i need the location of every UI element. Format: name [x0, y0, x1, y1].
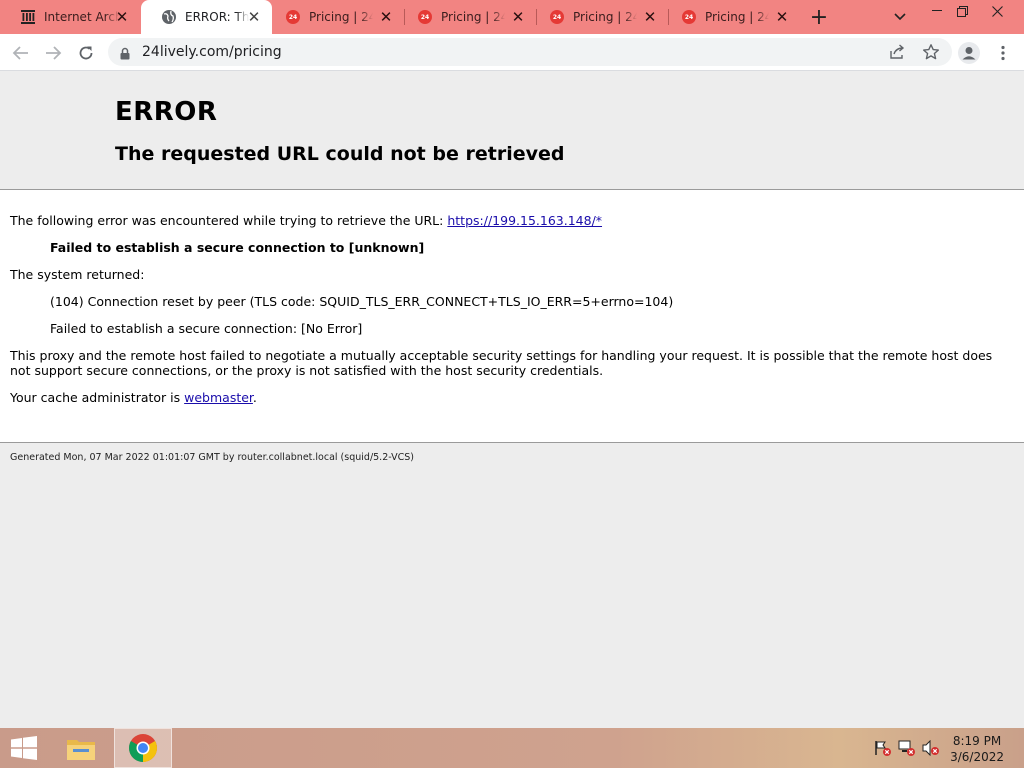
restore-button[interactable] — [945, 0, 979, 22]
tab-title: Pricing | 24Lively — [309, 10, 373, 24]
share-icon[interactable] — [888, 43, 906, 65]
back-arrow-icon[interactable] — [8, 40, 34, 66]
error-message: Failed to establish a secure connection … — [50, 240, 425, 255]
tab-pricing-2[interactable]: 24 Pricing | 24Lively ✕ — [405, 0, 536, 34]
lock-icon[interactable] — [120, 45, 130, 64]
generated-footer: Generated Mon, 07 Mar 2022 01:01:07 GMT … — [10, 452, 414, 463]
tab-pricing-1[interactable]: 24 Pricing | 24Lively ✕ — [273, 0, 404, 34]
24lively-icon: 24 — [681, 9, 697, 25]
tab-pricing-3[interactable]: 24 Pricing | 24Lively ✕ — [537, 0, 668, 34]
error-content: The following error was encountered whil… — [0, 189, 1024, 443]
tab-title: Pricing | 24Lively — [573, 10, 637, 24]
clock-time: 8:19 PM — [952, 734, 1002, 748]
taskbar: 8:19 PM 3/6/2022 — [0, 728, 1024, 768]
tab-title: Pricing | 24Lively — [441, 10, 505, 24]
error-intro: The following error was encountered whil… — [10, 213, 603, 228]
tab-internet-archive[interactable]: Internet Archive ✕ — [0, 0, 140, 34]
close-window-button[interactable] — [980, 0, 1014, 22]
error-page: ERROR The requested URL could not be ret… — [0, 71, 1024, 728]
start-button[interactable] — [6, 728, 42, 768]
24lively-icon: 24 — [285, 9, 301, 25]
tab-search-chevron-icon[interactable] — [883, 6, 917, 28]
error-explanation: This proxy and the remote host failed to… — [10, 348, 993, 378]
reload-icon[interactable] — [73, 40, 99, 66]
tab-title: ERROR: The requested URL could not be re… — [185, 10, 249, 24]
clock-date: 3/6/2022 — [950, 750, 1004, 764]
tab-pricing-4[interactable]: 24 Pricing | 24Lively ✕ — [669, 0, 800, 34]
error-header: ERROR The requested URL could not be ret… — [0, 71, 1024, 189]
browser-menu-icon[interactable] — [990, 40, 1016, 66]
page-title: ERROR — [115, 97, 218, 127]
24lively-icon: 24 — [549, 9, 565, 25]
action-center-flag-icon[interactable] — [874, 740, 892, 756]
close-tab-icon[interactable]: ✕ — [378, 9, 394, 25]
webmaster-link[interactable]: webmaster — [184, 390, 253, 405]
bookmark-star-icon[interactable] — [922, 43, 940, 65]
tab-error[interactable]: ERROR: The requested URL could not be re… — [141, 0, 272, 34]
volume-muted-icon[interactable] — [922, 739, 940, 757]
tab-strip: Internet Archive ✕ ERROR: The requested … — [0, 0, 1024, 34]
error-url-link[interactable]: https://199.15.163.148/* — [447, 213, 602, 228]
file-explorer-button[interactable] — [61, 728, 101, 768]
folder-icon — [67, 740, 95, 760]
chrome-taskbar-button[interactable] — [114, 728, 172, 768]
close-tab-icon[interactable]: ✕ — [246, 9, 262, 25]
close-tab-icon[interactable]: ✕ — [510, 9, 526, 25]
archive-icon — [20, 9, 36, 25]
globe-icon — [161, 9, 177, 25]
page-subtitle: The requested URL could not be retrieved — [115, 143, 565, 165]
new-tab-button[interactable]: + — [804, 3, 834, 31]
24lively-icon: 24 — [417, 9, 433, 25]
tab-title: Pricing | 24Lively — [705, 10, 769, 24]
network-icon[interactable] — [898, 740, 916, 756]
system-clock[interactable]: 8:19 PM 3/6/2022 — [950, 733, 1004, 765]
system-error-line-1: (104) Connection reset by peer (TLS code… — [50, 294, 674, 309]
close-tab-icon[interactable]: ✕ — [114, 9, 130, 25]
profile-avatar-icon[interactable] — [956, 40, 982, 66]
chrome-icon — [129, 734, 157, 762]
tab-title: Internet Archive — [44, 10, 120, 24]
admin-line: Your cache administrator is webmaster. — [10, 390, 257, 405]
system-error-line-2: Failed to establish a secure connection:… — [50, 321, 363, 336]
forward-arrow-icon[interactable] — [40, 40, 66, 66]
url-text: 24lively.com/pricing — [142, 44, 282, 60]
close-tab-icon[interactable]: ✕ — [774, 9, 790, 25]
browser-toolbar: 24lively.com/pricing — [0, 34, 1024, 71]
address-bar[interactable]: 24lively.com/pricing — [108, 38, 952, 66]
close-tab-icon[interactable]: ✕ — [642, 9, 658, 25]
system-returned-label: The system returned: — [10, 267, 145, 282]
windows-logo-icon — [11, 736, 37, 760]
